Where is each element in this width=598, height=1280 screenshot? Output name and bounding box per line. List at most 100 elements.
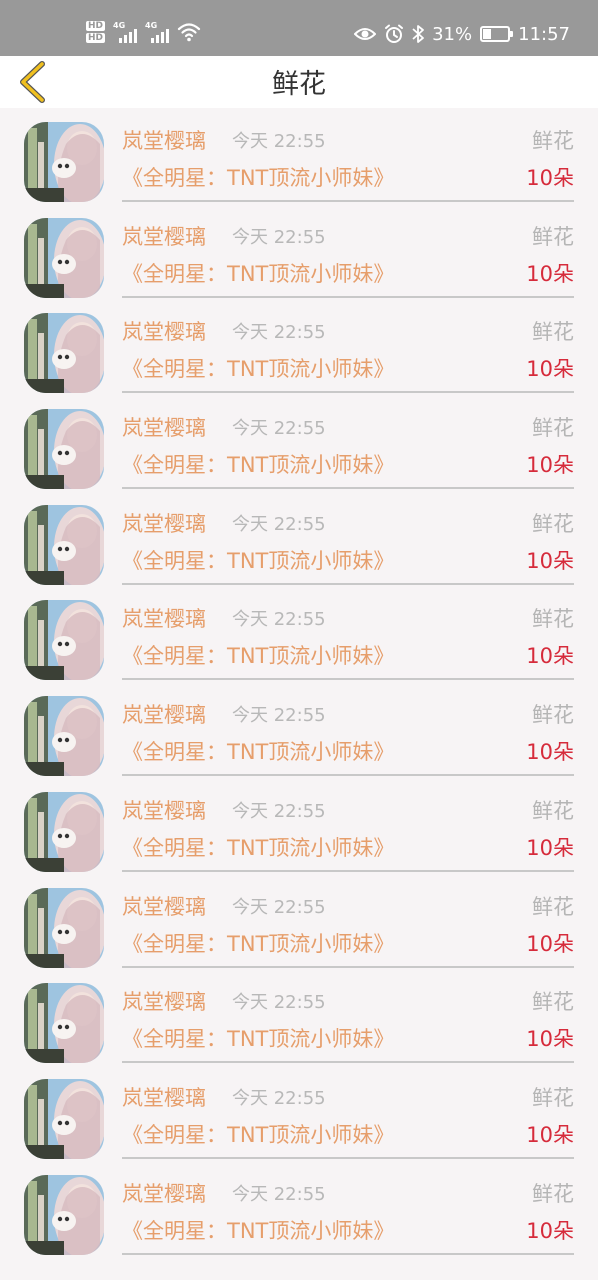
gift-count: 10朵	[526, 835, 574, 860]
battery-fill	[483, 29, 492, 39]
avatar[interactable]	[24, 313, 104, 394]
gift-count: 10朵	[526, 1122, 574, 1147]
page-title: 鲜花	[272, 69, 326, 100]
gift-count: 10朵	[526, 740, 574, 765]
timestamp: 今天 22:55	[232, 226, 326, 248]
list-item[interactable]: 岚堂樱璃 今天 22:55 鲜花 《全明星：TNT顶流小师妹》 10朵	[0, 969, 598, 1065]
gift-type-label: 鲜花	[532, 224, 574, 249]
username[interactable]: 岚堂樱璃	[122, 702, 206, 728]
alarm-icon	[385, 24, 404, 43]
gift-type-label: 鲜花	[532, 990, 574, 1015]
book-title-link[interactable]: 《全明星：TNT顶流小师妹》	[122, 260, 394, 288]
record-content: 岚堂樱璃 今天 22:55 鲜花 《全明星：TNT顶流小师妹》 10朵	[122, 778, 574, 872]
book-title-link[interactable]: 《全明星：TNT顶流小师妹》	[122, 834, 394, 862]
gift-type-label: 鲜花	[532, 320, 574, 345]
cell-signal-icon: 4G	[145, 21, 170, 43]
hd-label-1: HD	[86, 21, 106, 31]
record-content: 岚堂樱璃 今天 22:55 鲜花 《全明星：TNT顶流小师妹》 10朵	[122, 586, 574, 681]
gift-count: 10朵	[526, 1218, 574, 1243]
username[interactable]: 岚堂樱璃	[122, 319, 206, 345]
gift-count: 10朵	[526, 931, 574, 956]
book-title-link[interactable]: 《全明星：TNT顶流小师妹》	[122, 355, 394, 383]
avatar[interactable]	[24, 791, 104, 872]
record-content: 岚堂樱璃 今天 22:55 鲜花 《全明星：TNT顶流小师妹》 10朵	[122, 108, 574, 202]
username[interactable]: 岚堂樱璃	[122, 128, 206, 154]
book-title-link[interactable]: 《全明星：TNT顶流小师妹》	[122, 547, 394, 575]
hd-label-2: HD	[86, 33, 106, 43]
record-content: 岚堂樱璃 今天 22:55 鲜花 《全明星：TNT顶流小师妹》 10朵	[122, 395, 574, 490]
timestamp: 今天 22:55	[232, 1183, 326, 1205]
gift-count: 10朵	[526, 357, 574, 382]
username[interactable]: 岚堂樱璃	[122, 894, 206, 920]
gift-type-label: 鲜花	[532, 798, 574, 823]
username[interactable]: 岚堂樱璃	[122, 798, 206, 824]
gift-type-label: 鲜花	[532, 894, 574, 919]
avatar[interactable]	[24, 1174, 104, 1255]
timestamp: 今天 22:55	[232, 896, 326, 918]
battery-percent: 31%	[432, 23, 473, 45]
list-item[interactable]: 岚堂樱璃 今天 22:55 鲜花 《全明星：TNT顶流小师妹》 10朵	[0, 108, 598, 204]
gift-type-label: 鲜花	[532, 129, 574, 153]
cell-signal-icon: 4G	[113, 21, 138, 43]
username[interactable]: 岚堂樱璃	[122, 511, 206, 537]
list-item[interactable]: 岚堂樱璃 今天 22:55 鲜花 《全明星：TNT顶流小师妹》 10朵	[0, 682, 598, 778]
list-item[interactable]: 岚堂樱璃 今天 22:55 鲜花 《全明星：TNT顶流小师妹》 10朵	[0, 1065, 598, 1161]
avatar[interactable]	[24, 696, 104, 777]
record-content: 岚堂樱璃 今天 22:55 鲜花 《全明星：TNT顶流小师妹》 10朵	[122, 874, 574, 968]
username[interactable]: 岚堂樱璃	[122, 1181, 206, 1207]
timestamp: 今天 22:55	[232, 513, 326, 535]
timestamp: 今天 22:55	[232, 1087, 326, 1109]
bluetooth-icon	[412, 25, 425, 43]
gift-count: 10朵	[526, 644, 574, 669]
book-title-link[interactable]: 《全明星：TNT顶流小师妹》	[122, 1121, 394, 1149]
list-item[interactable]: 岚堂樱璃 今天 22:55 鲜花 《全明星：TNT顶流小师妹》 10朵	[0, 778, 598, 874]
timestamp: 今天 22:55	[232, 705, 326, 727]
username[interactable]: 岚堂樱璃	[122, 415, 206, 441]
book-title-link[interactable]: 《全明星：TNT顶流小师妹》	[122, 642, 394, 670]
book-title-link[interactable]: 《全明星：TNT顶流小师妹》	[122, 930, 394, 958]
timestamp: 今天 22:55	[232, 418, 326, 440]
list-item[interactable]: 岚堂樱璃 今天 22:55 鲜花 《全明星：TNT顶流小师妹》 10朵	[0, 874, 598, 970]
gift-record-list[interactable]: 岚堂樱璃 今天 22:55 鲜花 《全明星：TNT顶流小师妹》 10朵 岚堂樱璃…	[0, 108, 598, 1280]
gift-type-label: 鲜花	[532, 416, 574, 441]
avatar[interactable]	[24, 409, 104, 490]
avatar[interactable]	[24, 217, 104, 298]
username[interactable]: 岚堂樱璃	[122, 1085, 206, 1111]
gift-type-label: 鲜花	[532, 703, 574, 728]
avatar[interactable]	[24, 504, 104, 585]
gift-type-label: 鲜花	[532, 607, 574, 632]
nav-bar: 鲜花	[0, 56, 598, 108]
timestamp: 今天 22:55	[232, 609, 326, 631]
timestamp: 今天 22:55	[232, 131, 326, 152]
record-content: 岚堂樱璃 今天 22:55 鲜花 《全明星：TNT顶流小师妹》 10朵	[122, 682, 574, 777]
book-title-link[interactable]: 《全明星：TNT顶流小师妹》	[122, 1217, 394, 1245]
clock: 11:57	[518, 23, 570, 45]
username[interactable]: 岚堂樱璃	[122, 224, 206, 250]
hd-indicator: HD HD	[86, 21, 106, 43]
list-item[interactable]: 岚堂樱璃 今天 22:55 鲜花 《全明星：TNT顶流小师妹》 10朵	[0, 1161, 598, 1257]
list-item[interactable]: 岚堂樱璃 今天 22:55 鲜花 《全明星：TNT顶流小师妹》 10朵	[0, 204, 598, 300]
book-title-link[interactable]: 《全明星：TNT顶流小师妹》	[122, 451, 394, 479]
username[interactable]: 岚堂樱璃	[122, 606, 206, 632]
book-title-link[interactable]: 《全明星：TNT顶流小师妹》	[122, 164, 394, 192]
record-content: 岚堂樱璃 今天 22:55 鲜花 《全明星：TNT顶流小师妹》 10朵	[122, 204, 574, 298]
list-item[interactable]: 岚堂樱璃 今天 22:55 鲜花 《全明星：TNT顶流小师妹》 10朵	[0, 299, 598, 395]
list-item[interactable]: 岚堂樱璃 今天 22:55 鲜花 《全明星：TNT顶流小师妹》 10朵	[0, 491, 598, 587]
avatar[interactable]	[24, 983, 104, 1064]
avatar[interactable]	[24, 600, 104, 681]
timestamp: 今天 22:55	[232, 992, 326, 1014]
timestamp: 今天 22:55	[232, 800, 326, 822]
gift-count: 10朵	[526, 1027, 574, 1052]
username[interactable]: 岚堂樱璃	[122, 989, 206, 1015]
book-title-link[interactable]: 《全明星：TNT顶流小师妹》	[122, 1025, 394, 1053]
eye-icon	[354, 28, 377, 40]
avatar[interactable]	[24, 887, 104, 968]
avatar[interactable]	[24, 1078, 104, 1159]
timestamp: 今天 22:55	[232, 322, 326, 344]
list-item[interactable]: 岚堂樱璃 今天 22:55 鲜花 《全明星：TNT顶流小师妹》 10朵	[0, 586, 598, 682]
book-title-link[interactable]: 《全明星：TNT顶流小师妹》	[122, 738, 394, 766]
list-item[interactable]: 岚堂樱璃 今天 22:55 鲜花 《全明星：TNT顶流小师妹》 10朵	[0, 395, 598, 491]
avatar[interactable]	[24, 122, 104, 202]
gift-type-label: 鲜花	[532, 1181, 574, 1206]
gift-count: 10朵	[526, 548, 574, 573]
